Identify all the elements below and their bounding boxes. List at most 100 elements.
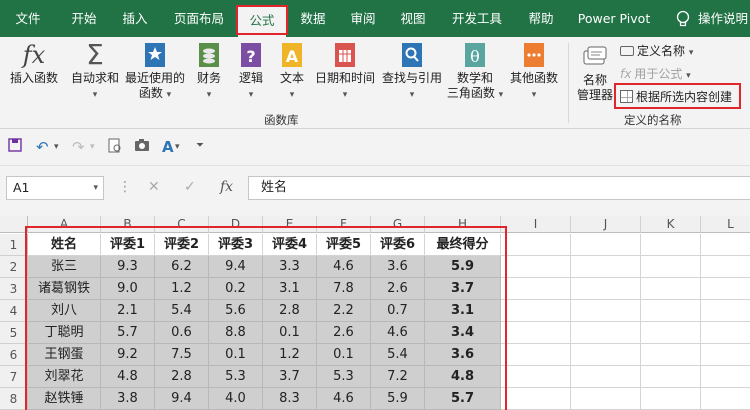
tab-help[interactable]: 帮助 [518,0,564,37]
star-book-icon [140,41,170,69]
table-cell[interactable] [641,278,701,300]
row-header[interactable]: 1 [0,234,28,256]
autosum-button[interactable]: Σ 自动求和 ▾ [68,41,122,103]
redo-icon[interactable]: ↷ [72,138,85,156]
table-cell[interactable] [571,256,641,278]
tab-file[interactable]: 文件 [0,0,56,37]
table-cell[interactable] [701,388,750,410]
font-color-dropdown-icon[interactable]: ▾ [175,142,180,152]
table-cell[interactable] [701,256,750,278]
logical-button[interactable]: ? 逻辑 ▾ [232,41,270,103]
highlight-formulas-tab [236,5,288,35]
name-box[interactable]: A1 ▾ [6,176,104,200]
recently-used-button[interactable]: 最近使用的 函数 ▾ [124,41,186,103]
table-cell[interactable] [571,300,641,322]
enter-icon[interactable]: ✓ [184,179,196,195]
table-cell[interactable] [571,322,641,344]
row-header[interactable]: 3 [0,278,28,300]
tab-insert[interactable]: 插入 [112,0,158,37]
table-cell[interactable] [501,278,571,300]
camera-icon[interactable] [134,138,150,156]
cancel-icon[interactable]: ✕ [148,179,160,195]
table-cell[interactable] [571,388,641,410]
column-header[interactable]: I [501,216,571,233]
table-cell[interactable] [571,234,641,256]
tab-page-layout[interactable]: 页面布局 [160,0,238,37]
use-in-formula-button[interactable]: fx 用于公式 ▾ [620,65,691,82]
redo-dropdown-icon[interactable]: ▾ [90,142,95,152]
table-cell[interactable] [501,322,571,344]
name-box-dropdown-icon[interactable]: ▾ [93,177,98,199]
worksheet-grid[interactable]: ABCDEFGHIJKL 1 姓名 评委1 评委2 评委3 评委4 评委5 评委6 最终得分 2 张… [0,216,750,410]
font-color-icon[interactable]: A [162,138,174,156]
table-cell[interactable] [701,344,750,366]
print-preview-icon[interactable] [108,138,122,158]
use-in-formula-label: 用于公式 [634,67,683,81]
table-cell[interactable] [641,300,701,322]
table-cell[interactable] [641,322,701,344]
sigma-icon: Σ [86,38,104,71]
table-cell[interactable] [701,366,750,388]
table-cell[interactable] [501,366,571,388]
theta-book-icon: θ [460,41,490,69]
table-cell[interactable] [501,344,571,366]
math-trig-button[interactable]: θ 数学和 三角函数 ▾ [446,41,504,103]
table-cell[interactable] [701,322,750,344]
column-header[interactable]: J [571,216,641,233]
undo-icon[interactable]: ↶ [36,138,49,156]
table-cell[interactable] [501,300,571,322]
customize-qat-icon[interactable]: ⏷ [196,140,204,151]
text-book-icon: A [277,41,307,69]
row-header[interactable]: 8 [0,388,28,410]
insert-function-button[interactable]: fx 插入函数 [6,41,62,86]
tab-review[interactable]: 审阅 [338,0,388,37]
tell-me-search[interactable]: 操作说明 [698,0,750,37]
name-manager-button[interactable]: 名称 管理器 [574,43,616,103]
more-functions-button[interactable]: 其他函数 ▾ [506,41,562,103]
table-cell[interactable] [641,344,701,366]
tab-developer[interactable]: 开发工具 [440,0,514,37]
define-name-label: 定义名称 [637,44,686,58]
column-header[interactable]: L [701,216,750,233]
name-box-value: A1 [13,180,30,195]
formula-input[interactable]: 姓名 [248,176,750,200]
autosum-label: 自动求和 [70,71,119,85]
date-time-button[interactable]: 日期和时间 ▾ [312,41,378,103]
tab-view[interactable]: 视图 [390,0,436,37]
table-cell[interactable] [571,278,641,300]
splitter-dots-icon[interactable]: ⋮ [118,179,132,195]
name-manager-label-1: 名称 [582,73,607,87]
save-icon[interactable] [8,138,22,156]
lookup-reference-button[interactable]: 查找与引用 ▾ [380,41,444,103]
insert-function-fx-icon[interactable]: fx [220,179,233,195]
text-functions-button[interactable]: A 文本 ▾ [274,41,310,103]
table-cell[interactable] [571,344,641,366]
undo-dropdown-icon[interactable]: ▾ [54,142,59,152]
table-cell[interactable] [701,278,750,300]
row-header[interactable]: 7 [0,366,28,388]
tab-power-pivot[interactable]: Power Pivot [570,0,658,37]
insert-function-label: 插入函数 [9,71,58,85]
tab-data[interactable]: 数据 [290,0,336,37]
table-cell[interactable] [641,234,701,256]
defined-names-group-label: 定义的名称 [624,113,682,127]
row-header[interactable]: 5 [0,322,28,344]
column-header[interactable]: K [641,216,701,233]
table-cell[interactable] [501,234,571,256]
row-header[interactable]: 2 [0,256,28,278]
table-cell[interactable] [641,256,701,278]
table-cell[interactable] [641,388,701,410]
select-all-corner[interactable] [0,216,28,233]
row-header[interactable]: 4 [0,300,28,322]
table-cell[interactable] [501,256,571,278]
financial-button[interactable]: 财务 ▾ [190,41,228,103]
table-cell[interactable] [701,300,750,322]
table-cell[interactable] [571,366,641,388]
table-cell[interactable] [701,234,750,256]
table-cell[interactable] [501,388,571,410]
table-cell[interactable] [641,366,701,388]
tab-home[interactable]: 开始 [56,0,112,37]
function-library-group-label: 函数库 [264,113,299,127]
row-header[interactable]: 6 [0,344,28,366]
define-name-button[interactable]: 定义名称 ▾ [620,42,693,59]
